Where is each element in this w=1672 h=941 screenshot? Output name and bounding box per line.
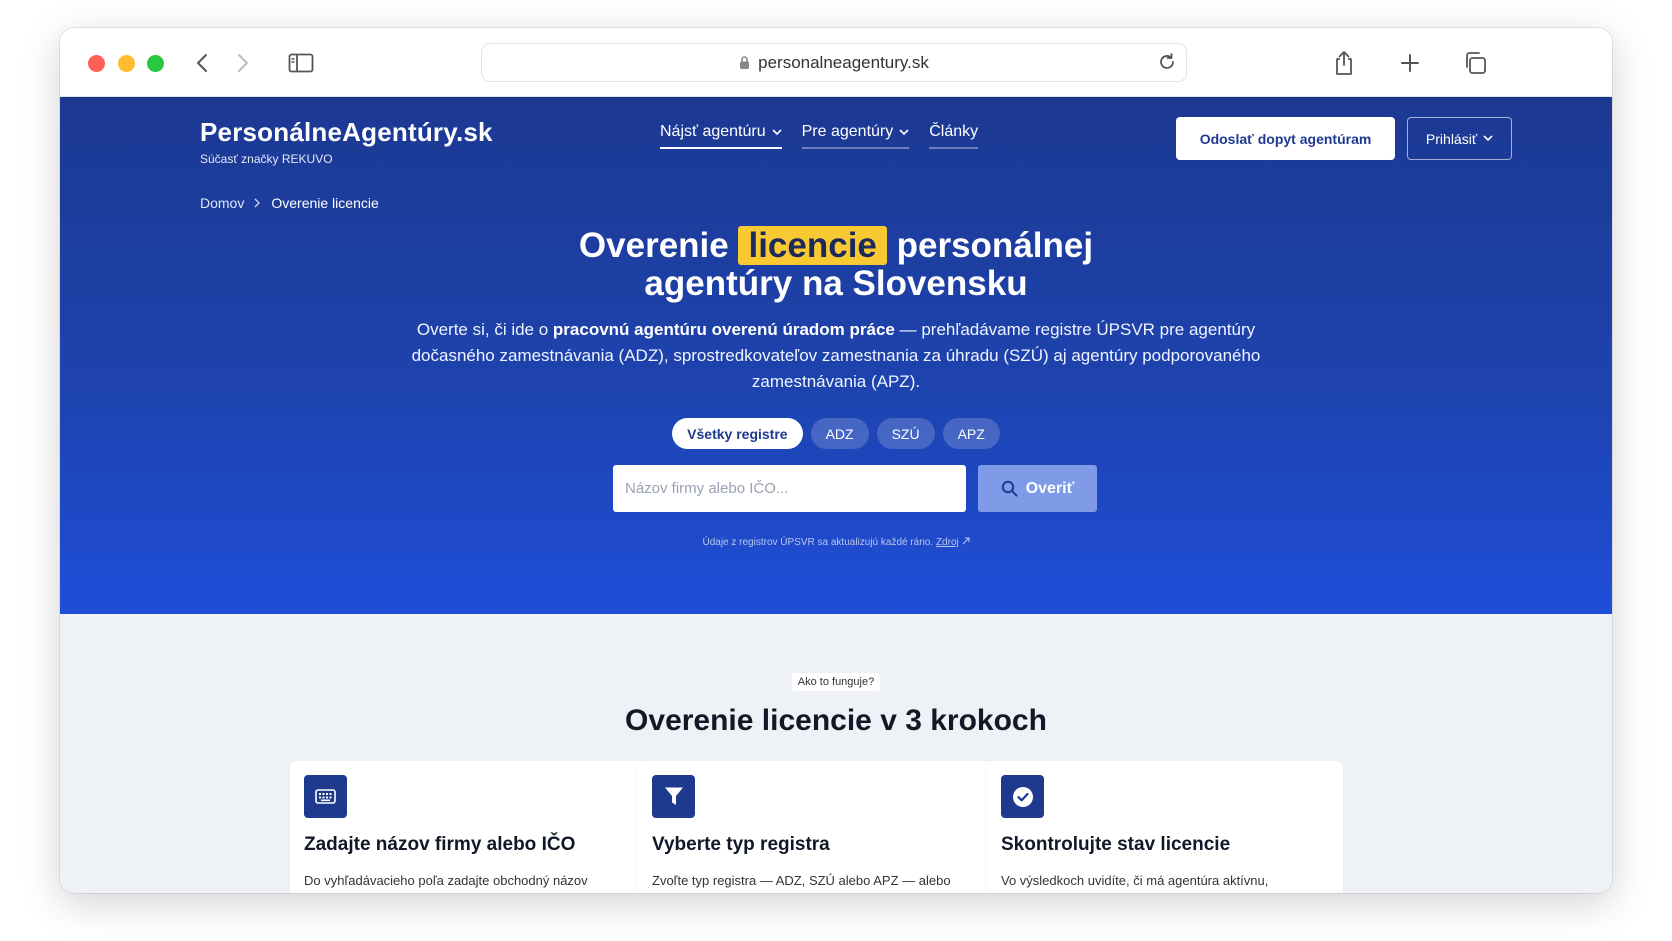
step-card: Skontrolujte stav licencie Vo výsledkoch… xyxy=(987,761,1343,893)
check-circle-icon xyxy=(1001,775,1044,818)
chevron-right-icon xyxy=(254,198,261,208)
nav-articles[interactable]: Články xyxy=(929,123,979,149)
search-icon xyxy=(1001,480,1018,497)
lock-icon xyxy=(739,55,750,70)
filter-szu[interactable]: SZÚ xyxy=(876,418,935,449)
main-nav: Nájsť agentúru Pre agentúry Články xyxy=(660,123,979,149)
tab-overview-icon[interactable] xyxy=(1458,46,1492,80)
step-card: Vyberte typ registra Zvoľte typ registra… xyxy=(638,761,994,893)
filter-adz[interactable]: ADZ xyxy=(810,418,869,449)
new-tab-icon[interactable] xyxy=(1393,46,1427,80)
hero-section: PersonálneAgentúry.sk Súčasť značky REKU… xyxy=(60,97,1612,614)
desc-bold: pracovnú agentúru overenú úradom práce xyxy=(552,320,895,339)
step-card: Zadajte názov firmy alebo IČO Do vyhľadá… xyxy=(290,761,646,893)
company-search-input[interactable] xyxy=(613,465,966,512)
login-button[interactable]: Prihlásiť xyxy=(1407,117,1512,160)
back-icon[interactable] xyxy=(185,46,219,80)
chevron-down-icon xyxy=(899,128,909,135)
nav-find-agency[interactable]: Nájsť agentúru xyxy=(660,123,782,149)
breadcrumb-current: Overenie licencie xyxy=(271,195,379,211)
step-title: Vyberte typ registra xyxy=(652,834,830,855)
title-before: Overenie xyxy=(578,226,729,265)
nav-for-agencies[interactable]: Pre agentúry xyxy=(801,123,910,149)
sidebar-toggle-icon[interactable] xyxy=(284,46,318,80)
logo-subtitle: Súčasť značky REKUVO xyxy=(200,152,333,166)
url-text: personalneagentury.sk xyxy=(758,52,929,72)
nav-label: Nájsť agentúru xyxy=(660,123,766,140)
step-text: Zvoľte typ registra — ADZ, SZÚ alebo APZ… xyxy=(652,873,951,888)
source-link[interactable]: Zdroj xyxy=(936,537,959,548)
filter-apz[interactable]: APZ xyxy=(942,418,1000,449)
logo-name: PersonálneAgentúry.sk xyxy=(200,117,493,147)
share-icon[interactable] xyxy=(1327,46,1361,80)
page-title: Overenie licencie personálnej agentúry n… xyxy=(60,226,1612,303)
keyboard-icon xyxy=(304,775,347,818)
nav-label: Pre agentúry xyxy=(801,123,894,140)
nav-label: Články xyxy=(929,123,979,140)
zoom-window-button[interactable] xyxy=(147,55,164,72)
step-title: Skontrolujte stav licencie xyxy=(1001,834,1231,855)
breadcrumb: Domov Overenie licencie xyxy=(200,195,379,211)
registry-filters: Všetky registre ADZ SZÚ APZ xyxy=(60,418,1612,449)
step-title: Zadajte názov firmy alebo IČO xyxy=(304,834,576,855)
reload-icon[interactable] xyxy=(1156,51,1178,78)
address-bar[interactable]: personalneagentury.sk xyxy=(481,43,1187,82)
send-request-button[interactable]: Odoslať dopyt agentúram xyxy=(1176,117,1395,160)
browser-toolbar: personalneagentury.sk xyxy=(60,28,1612,97)
verify-label: Overiť xyxy=(1025,479,1075,497)
chevron-down-icon xyxy=(772,128,782,135)
desc-part1: Overte si, či ide o xyxy=(416,320,553,339)
forward-icon[interactable] xyxy=(226,46,260,80)
minimize-window-button[interactable] xyxy=(118,55,135,72)
section-title: Overenie licencie v 3 krokoch xyxy=(625,704,1047,737)
login-label: Prihlásiť xyxy=(1425,130,1478,147)
filter-all-registers[interactable]: Všetky registre xyxy=(672,418,803,449)
breadcrumb-home[interactable]: Domov xyxy=(200,195,244,211)
steps-section: Ako to funguje? Overenie licencie v 3 kr… xyxy=(60,614,1612,893)
browser-window: personalneagentury.sk PersonálneAgentúry… xyxy=(60,28,1612,893)
external-link-icon xyxy=(962,537,970,545)
step-text: Do vyhľadávacieho poľa zadajte obchodný … xyxy=(304,873,588,888)
site-logo[interactable]: PersonálneAgentúry.sk Súčasť značky REKU… xyxy=(200,117,493,166)
title-after: personálnej xyxy=(896,226,1094,265)
title-line2: agentúry na Slovensku xyxy=(644,264,1028,303)
title-highlight: licencie xyxy=(738,226,887,265)
step-text: Vo výsledkoch uvidíte, či má agentúra ak… xyxy=(1001,873,1269,888)
section-label: Ako to funguje? xyxy=(60,673,1612,691)
hero-description: Overte si, či ide o pracovnú agentúru ov… xyxy=(410,317,1262,395)
chevron-down-icon xyxy=(1483,135,1493,142)
verify-button[interactable]: Overiť xyxy=(978,465,1097,512)
filter-icon xyxy=(652,775,695,818)
data-source-note: Údaje z registrov ÚPSVR sa aktualizujú k… xyxy=(60,537,1612,548)
note-text: Údaje z registrov ÚPSVR sa aktualizujú k… xyxy=(702,537,934,548)
close-window-button[interactable] xyxy=(88,55,105,72)
